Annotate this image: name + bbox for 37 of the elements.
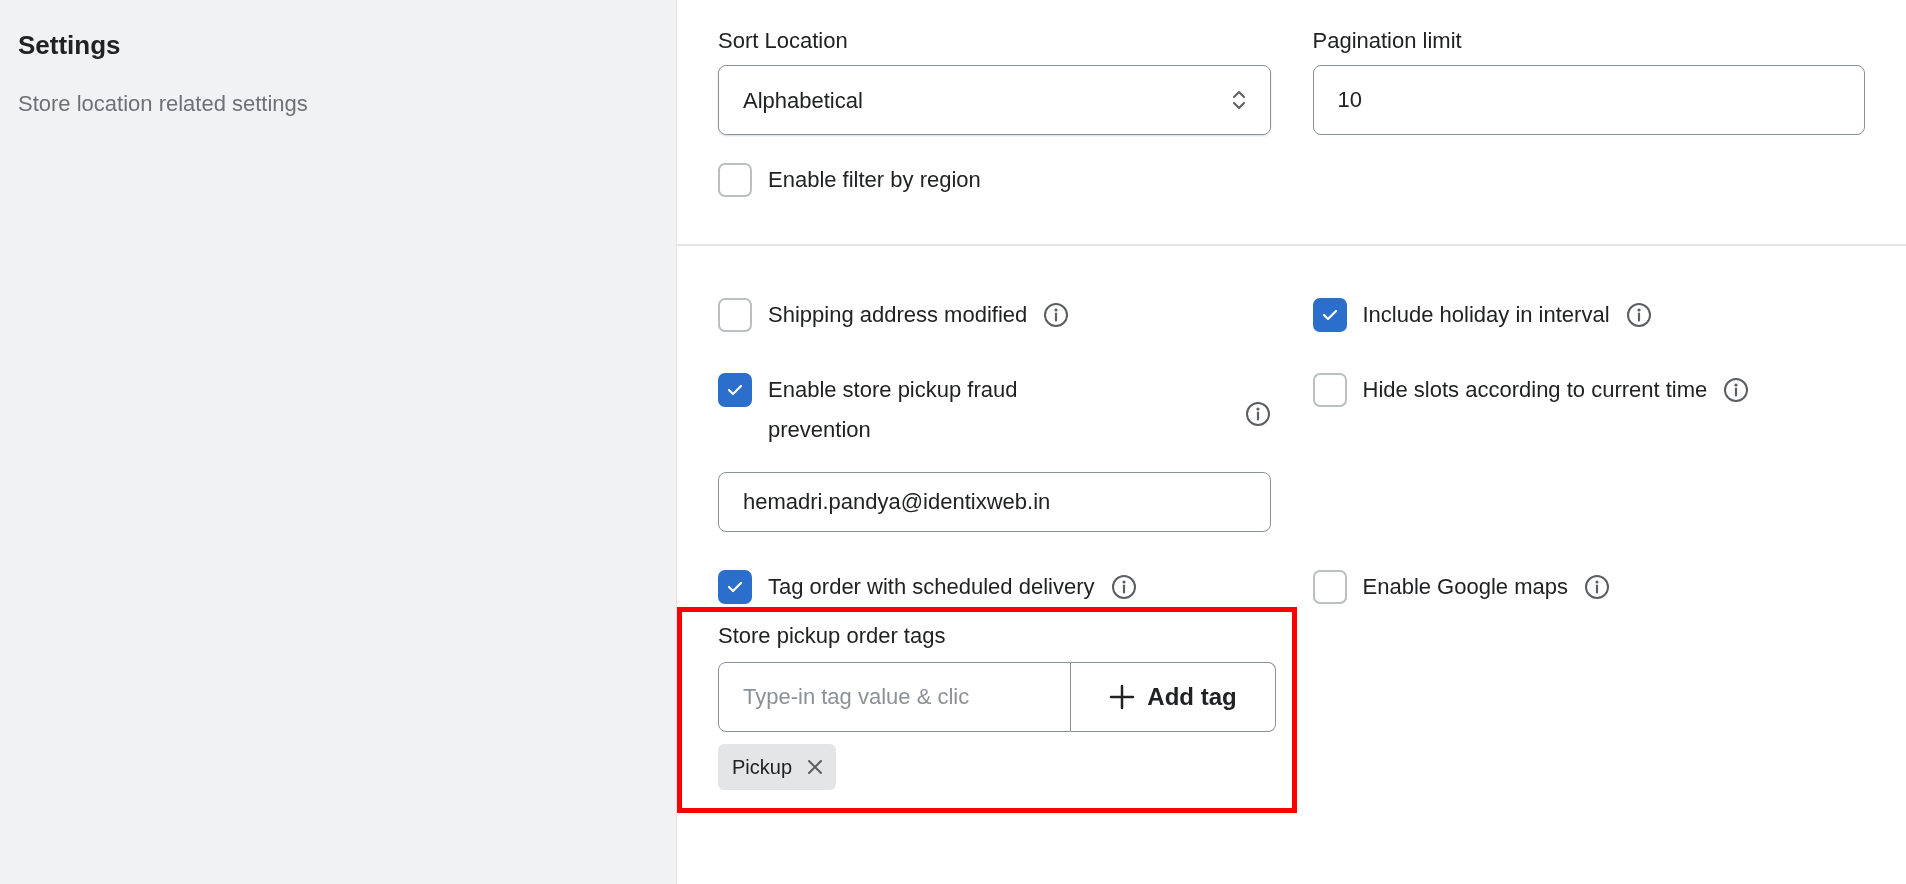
info-icon[interactable] <box>1043 302 1070 328</box>
checkmark-icon <box>727 384 743 396</box>
option-label: Enable filter by region <box>768 166 981 194</box>
info-icon[interactable] <box>1110 574 1137 600</box>
close-icon[interactable] <box>808 760 823 774</box>
tag-input[interactable]: Type-in tag value & clic <box>718 662 1071 732</box>
info-icon[interactable] <box>1244 400 1271 427</box>
checkmark-icon <box>727 581 743 593</box>
info-icon[interactable] <box>1723 377 1750 403</box>
checkbox[interactable] <box>718 373 752 407</box>
option-label: Enable Google maps <box>1362 573 1568 601</box>
plus-icon <box>1109 684 1136 710</box>
chevron-up-down-icon <box>1231 89 1246 111</box>
field-label: Pagination limit <box>1312 27 1463 55</box>
option-label: Shipping address modified <box>768 301 1028 329</box>
add-tag-button[interactable]: Add tag <box>1071 662 1276 732</box>
option-label: Hide slots according to current time <box>1362 376 1708 404</box>
checkbox[interactable] <box>718 298 752 332</box>
checkbox[interactable] <box>718 163 752 197</box>
option-label: Include holiday in interval <box>1362 301 1610 329</box>
section-title: Settings <box>18 29 122 62</box>
field-label: Sort Location <box>718 27 849 55</box>
checkbox[interactable] <box>718 570 752 604</box>
field-label: Store pickup order tags <box>718 622 947 650</box>
tag-chip: Pickup <box>718 744 837 790</box>
email-field[interactable]: hemadri.pandya@identixweb.in <box>718 472 1271 532</box>
section-description: Store location related settings <box>18 90 309 118</box>
checkbox[interactable] <box>1312 570 1347 604</box>
pagination-field[interactable]: 10 <box>1312 65 1865 135</box>
option-label: Enable store pickup fraud prevention <box>768 376 1019 444</box>
checkbox[interactable] <box>1312 298 1347 332</box>
info-icon[interactable] <box>1625 302 1652 328</box>
checkbox[interactable] <box>1312 373 1347 407</box>
checkmark-icon <box>1321 309 1338 321</box>
option-label: Tag order with scheduled delivery <box>768 573 1095 601</box>
info-icon[interactable] <box>1583 574 1610 600</box>
sort-select[interactable]: Alphabetical <box>718 65 1271 135</box>
